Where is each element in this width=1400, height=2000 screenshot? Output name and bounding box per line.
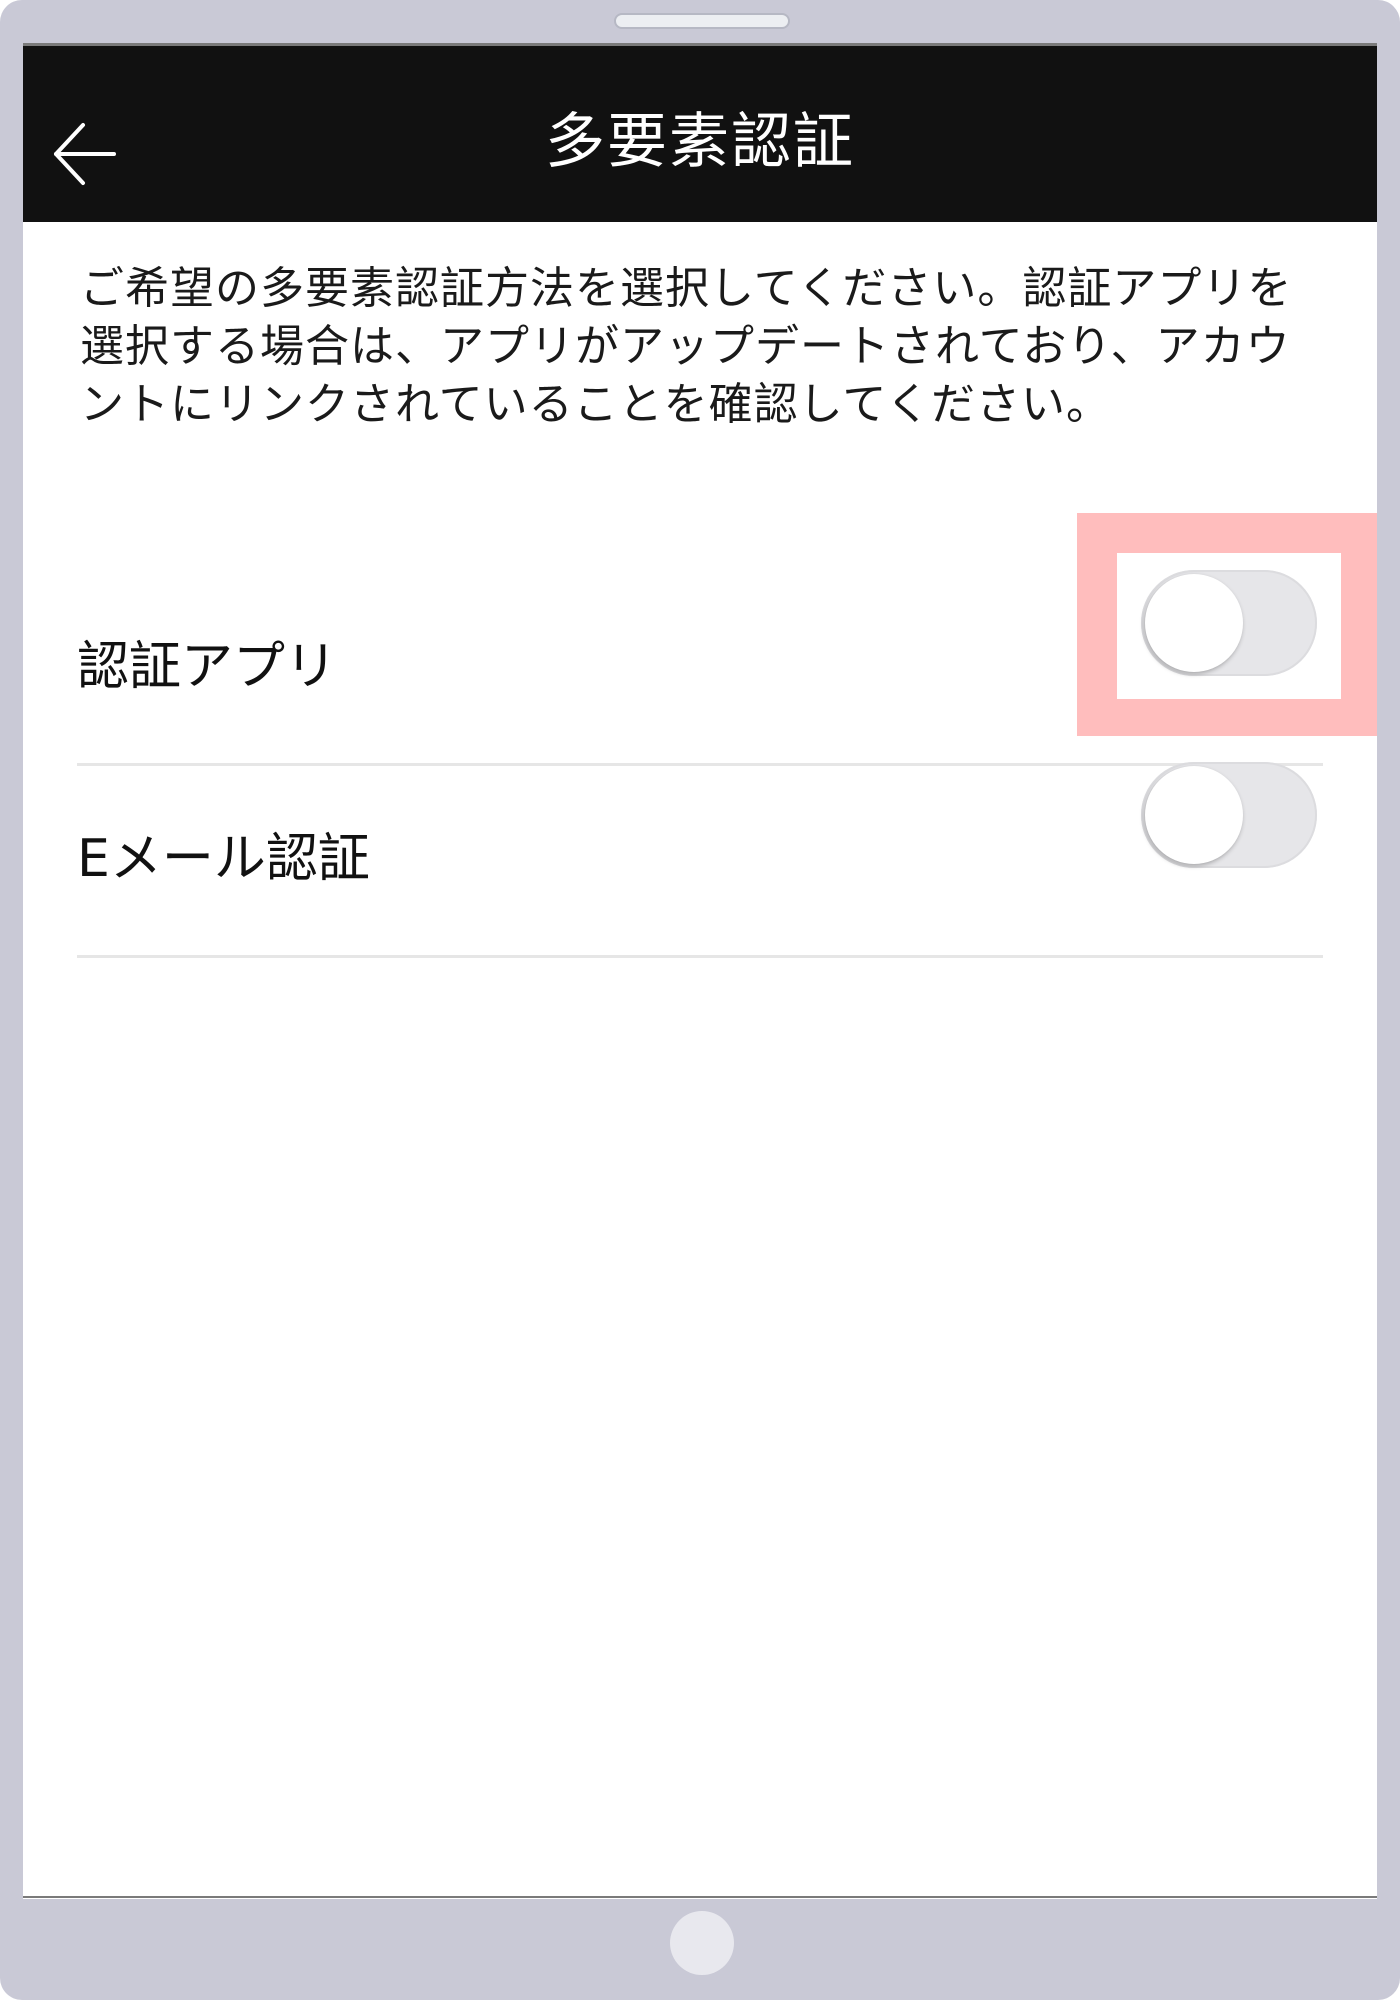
tablet-frame: 多要素認証 ご希望の多要素認証方法を選択してください。認証アプリを選択する場合は…	[0, 0, 1400, 2000]
option-row-email: Eメール認証	[77, 764, 1323, 958]
header-bar: 多要素認証	[23, 46, 1377, 222]
option-label-authenticator-app: 認証アプリ	[77, 637, 338, 697]
toggle-knob	[1145, 574, 1243, 672]
email-auth-toggle[interactable]	[1141, 762, 1317, 868]
authenticator-app-toggle[interactable]	[1141, 570, 1317, 676]
app-screen: 多要素認証 ご希望の多要素認証方法を選択してください。認証アプリを選択する場合は…	[23, 43, 1377, 1899]
arrow-left-icon	[54, 123, 116, 185]
home-button[interactable]	[670, 1911, 734, 1975]
speaker-grille	[614, 13, 790, 29]
option-label-email: Eメール認証	[77, 829, 370, 889]
screen-bottom-edge	[23, 1896, 1377, 1898]
toggle-knob	[1145, 766, 1243, 864]
divider	[77, 955, 1323, 958]
description-text: ご希望の多要素認証方法を選択してください。認証アプリを選択する場合は、アプリがア…	[80, 263, 1293, 430]
back-button[interactable]	[45, 114, 125, 194]
page-title: 多要素認証	[545, 107, 855, 177]
